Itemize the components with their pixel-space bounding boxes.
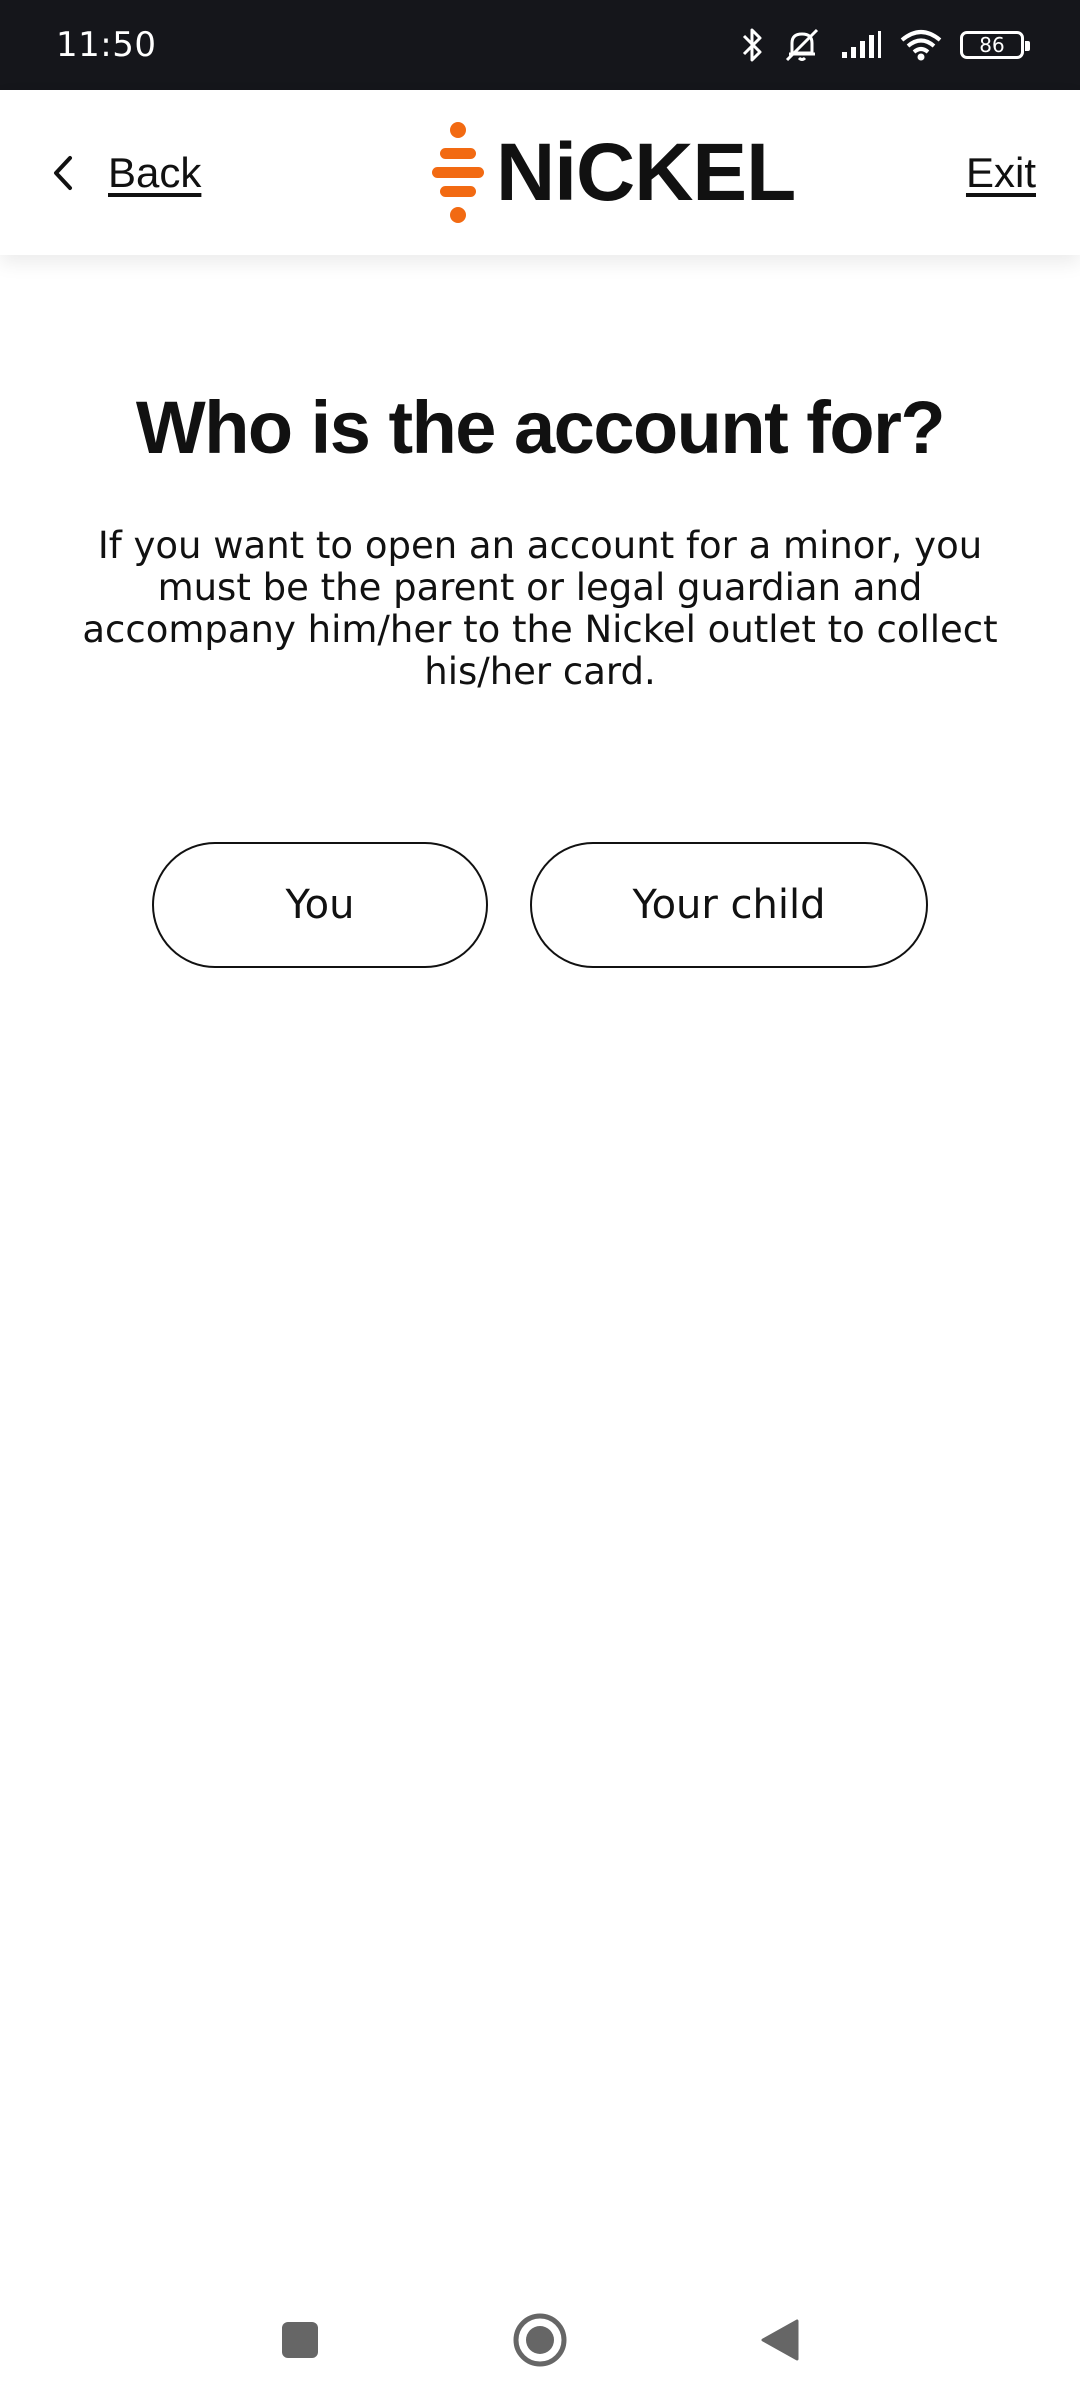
app-header: Back NiCKEL Exit: [0, 90, 1080, 255]
nickel-logo-mark-icon: [432, 122, 484, 223]
signal-icon: [842, 31, 881, 58]
page-title: Who is the account for?: [135, 386, 946, 469]
chevron-left-icon: [54, 155, 72, 190]
page-description: If you want to open an account for a min…: [82, 524, 998, 693]
status-icons: 86: [740, 27, 1030, 63]
home-button[interactable]: [510, 2310, 570, 2370]
nickel-logo: NiCKEL: [430, 120, 796, 225]
home-icon: [513, 2313, 567, 2367]
battery-level: 86: [979, 33, 1005, 57]
recents-icon: [282, 2322, 318, 2358]
exit-button[interactable]: Exit: [966, 149, 1036, 197]
muted-bell-icon: [785, 28, 819, 62]
back-button[interactable]: Back: [52, 149, 201, 197]
recents-button[interactable]: [270, 2310, 330, 2370]
back-triangle-icon: [761, 2319, 799, 2361]
wifi-icon: [900, 30, 942, 61]
status-bar: 11:50 86: [0, 0, 1080, 90]
option-your-child-button[interactable]: Your child: [530, 842, 928, 968]
account-owner-options: You Your child: [0, 842, 1080, 968]
logo-text: NiCKEL: [496, 126, 796, 218]
option-you-button[interactable]: You: [152, 842, 488, 968]
battery-icon: 86: [960, 31, 1030, 59]
back-label: Back: [108, 148, 202, 196]
system-nav-bar: [0, 2280, 1080, 2400]
bluetooth-icon: [742, 28, 762, 62]
status-time: 11:50: [56, 25, 157, 65]
system-back-button[interactable]: [750, 2310, 810, 2370]
